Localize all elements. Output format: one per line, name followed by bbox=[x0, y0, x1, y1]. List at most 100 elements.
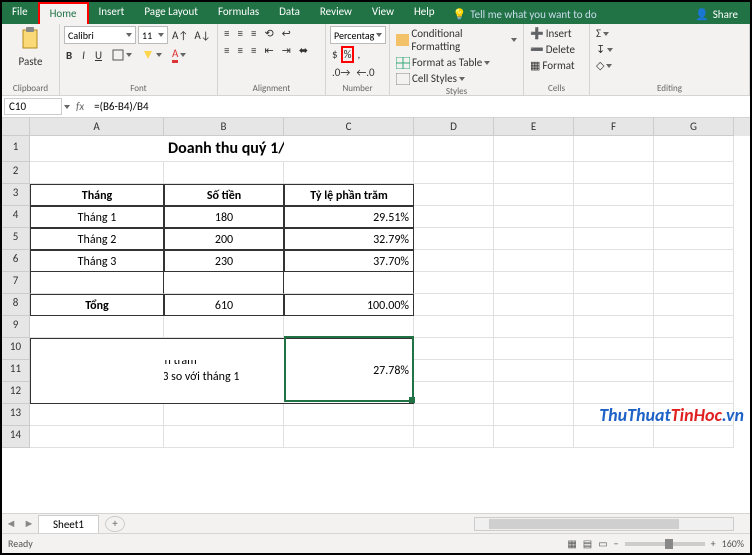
row-header[interactable]: 10 bbox=[2, 338, 30, 360]
cell[interactable] bbox=[414, 338, 494, 360]
cell[interactable] bbox=[654, 294, 734, 316]
col-header-D[interactable]: D bbox=[414, 118, 494, 136]
col-header-B[interactable]: B bbox=[164, 118, 284, 136]
cell[interactable] bbox=[30, 382, 164, 404]
cell[interactable] bbox=[494, 272, 574, 294]
orientation-button[interactable]: ⟲ bbox=[262, 26, 275, 41]
cell[interactable] bbox=[164, 162, 284, 184]
tab-help[interactable]: Help bbox=[404, 2, 445, 24]
cell[interactable] bbox=[414, 250, 494, 272]
comma-style-button[interactable]: , bbox=[355, 47, 362, 62]
col-header-C[interactable]: C bbox=[284, 118, 414, 136]
accounting-format-button[interactable]: $ bbox=[330, 47, 340, 62]
cell[interactable] bbox=[574, 272, 654, 294]
paste-button[interactable]: Paste bbox=[17, 26, 45, 69]
font-color-button[interactable]: A bbox=[170, 46, 188, 64]
zoom-in-button[interactable]: + bbox=[711, 537, 716, 550]
cell[interactable] bbox=[574, 338, 654, 360]
col-header-F[interactable]: F bbox=[574, 118, 654, 136]
align-left-button[interactable]: ≡ bbox=[222, 43, 231, 58]
name-box[interactable]: C10 bbox=[4, 98, 62, 115]
cell-B6[interactable]: 230 bbox=[164, 250, 284, 272]
cell[interactable] bbox=[494, 426, 574, 448]
cell[interactable] bbox=[284, 272, 414, 294]
cell-C11[interactable]: 27.78% bbox=[284, 360, 414, 382]
autosum-button[interactable]: Σ bbox=[594, 26, 611, 41]
cell[interactable] bbox=[654, 250, 734, 272]
cell[interactable] bbox=[30, 404, 164, 426]
row-header[interactable]: 1 bbox=[2, 136, 30, 162]
cell[interactable] bbox=[574, 360, 654, 382]
format-cells-button[interactable]: ▦Format bbox=[528, 58, 577, 73]
cell[interactable] bbox=[654, 404, 734, 426]
cell[interactable] bbox=[574, 404, 654, 426]
sheet-nav-prev[interactable]: ◄ bbox=[2, 517, 20, 530]
row-header[interactable]: 13 bbox=[2, 404, 30, 426]
font-size-select[interactable]: 11 bbox=[138, 26, 168, 44]
cell[interactable] bbox=[654, 382, 734, 404]
bold-button[interactable]: B bbox=[64, 48, 74, 63]
cell[interactable] bbox=[414, 294, 494, 316]
cell[interactable] bbox=[654, 162, 734, 184]
cell[interactable] bbox=[284, 338, 414, 360]
clear-button[interactable]: ◇ bbox=[594, 58, 614, 73]
cell[interactable] bbox=[284, 382, 414, 404]
sheet-tab-sheet1[interactable]: Sheet1 bbox=[38, 515, 99, 533]
tab-review[interactable]: Review bbox=[310, 2, 362, 24]
decrease-decimal-button[interactable]: ←.0 bbox=[354, 65, 376, 80]
cell[interactable] bbox=[494, 250, 574, 272]
cell[interactable] bbox=[654, 272, 734, 294]
row-header[interactable]: 12 bbox=[2, 382, 30, 404]
view-page-break-button[interactable]: ▭ bbox=[598, 537, 607, 550]
cell-A4[interactable]: Tháng 1 bbox=[30, 206, 164, 228]
cell[interactable] bbox=[494, 228, 574, 250]
cell[interactable] bbox=[654, 184, 734, 206]
cell[interactable] bbox=[414, 184, 494, 206]
row-header[interactable]: 2 bbox=[2, 162, 30, 184]
cell[interactable] bbox=[494, 404, 574, 426]
cell[interactable] bbox=[30, 316, 164, 338]
cell-B11[interactable]: Tỷ lệ phần trăm doanh thu tháng 3 so với… bbox=[164, 360, 284, 382]
conditional-formatting-button[interactable]: Conditional Formatting bbox=[394, 26, 519, 54]
cell-B4[interactable]: 180 bbox=[164, 206, 284, 228]
decrease-font-button[interactable]: A↓ bbox=[192, 28, 212, 43]
align-top-button[interactable]: ≡ bbox=[222, 26, 231, 41]
cell[interactable] bbox=[164, 382, 284, 404]
cell[interactable] bbox=[414, 426, 494, 448]
cell[interactable] bbox=[164, 316, 284, 338]
cell-C5[interactable]: 32.79% bbox=[284, 228, 414, 250]
cell[interactable] bbox=[494, 360, 574, 382]
cell[interactable] bbox=[494, 162, 574, 184]
share-button[interactable]: 👤 Share bbox=[687, 2, 750, 24]
cell[interactable] bbox=[164, 404, 284, 426]
decrease-indent-button[interactable]: ⇤ bbox=[262, 43, 275, 58]
cell-B8[interactable]: 610 bbox=[164, 294, 284, 316]
cell[interactable] bbox=[164, 426, 284, 448]
formula-input[interactable]: =(B6-B4)/B4 bbox=[90, 99, 750, 114]
cell[interactable] bbox=[414, 272, 494, 294]
tell-me-search[interactable]: 💡 Tell me what you want to do bbox=[445, 2, 605, 24]
align-right-button[interactable]: ≡ bbox=[249, 43, 258, 58]
cell[interactable] bbox=[494, 316, 574, 338]
zoom-level[interactable]: 160% bbox=[722, 537, 744, 550]
cell-styles-button[interactable]: Cell Styles bbox=[394, 71, 467, 86]
align-center-button[interactable]: ≡ bbox=[235, 43, 244, 58]
cell[interactable] bbox=[494, 294, 574, 316]
cell[interactable] bbox=[164, 338, 284, 360]
tab-file[interactable]: File bbox=[2, 2, 38, 24]
cell[interactable] bbox=[574, 382, 654, 404]
tab-formulas[interactable]: Formulas bbox=[208, 2, 269, 24]
cell[interactable] bbox=[574, 228, 654, 250]
row-header[interactable]: 11 bbox=[2, 360, 30, 382]
cell[interactable] bbox=[164, 272, 284, 294]
sheet-nav-next[interactable]: ► bbox=[20, 517, 38, 530]
col-header-A[interactable]: A bbox=[30, 118, 164, 136]
cell[interactable] bbox=[30, 272, 164, 294]
cell[interactable] bbox=[574, 162, 654, 184]
cell[interactable] bbox=[30, 426, 164, 448]
row-header[interactable]: 5 bbox=[2, 228, 30, 250]
cell[interactable] bbox=[574, 184, 654, 206]
col-header-E[interactable]: E bbox=[494, 118, 574, 136]
fill-color-button[interactable] bbox=[140, 48, 164, 62]
cell-C6[interactable]: 37.70% bbox=[284, 250, 414, 272]
